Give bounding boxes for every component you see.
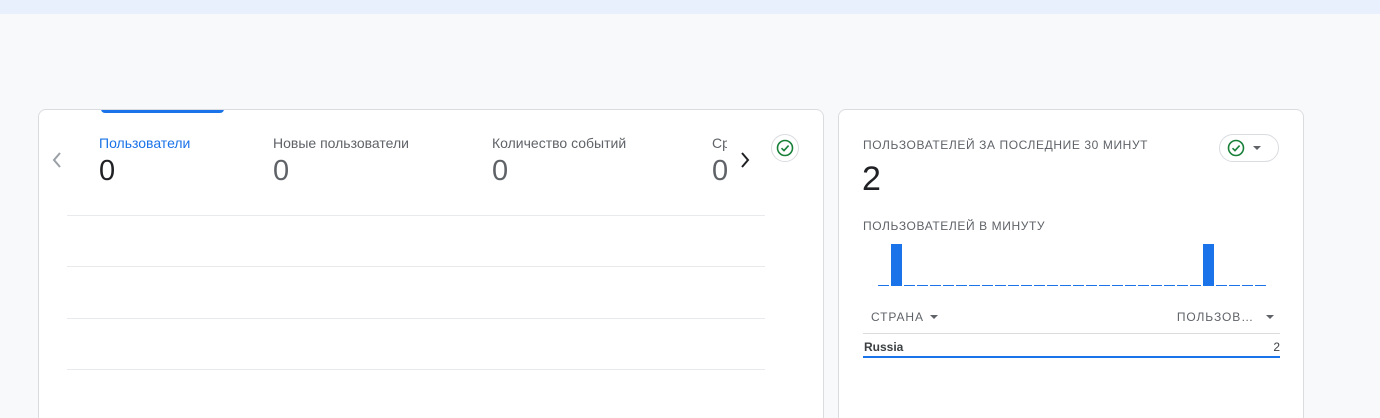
- table-row[interactable]: Russia 2: [863, 336, 1280, 358]
- prev-metrics-button[interactable]: [45, 148, 69, 172]
- tab-average-metric[interactable]: Ср 0: [712, 134, 727, 186]
- tab-new-users[interactable]: Новые пользователи 0: [273, 134, 409, 186]
- bar-baseline: [1125, 285, 1136, 286]
- country-cell: Russia: [864, 340, 904, 354]
- caret-down-icon: [1253, 146, 1261, 150]
- metric-label: Количество событий: [492, 135, 627, 151]
- bar-baseline: [969, 285, 980, 286]
- metric-label: Пользователи: [99, 135, 191, 151]
- per-minute-bars: [878, 244, 1266, 286]
- realtime-card: ПОЛЬЗОВАТЕЛЕЙ ЗА ПОСЛЕДНИЕ 30 МИНУТ 2 ПО…: [838, 109, 1304, 418]
- metric-tabs: Пользователи 0 Новые пользователи 0 Коли…: [99, 134, 727, 194]
- metric-value: 0: [273, 155, 290, 187]
- country-column-header[interactable]: СТРАНА: [871, 310, 938, 324]
- bar-baseline: [1060, 285, 1071, 286]
- bar-baseline: [878, 285, 889, 286]
- bar-baseline: [1229, 285, 1240, 286]
- overview-card: Пользователи 0 Новые пользователи 0 Коли…: [38, 109, 824, 418]
- bar-baseline: [1242, 285, 1253, 286]
- top-bar: [0, 0, 1380, 14]
- check-circle-icon: [776, 139, 794, 157]
- bar-baseline: [1216, 285, 1227, 286]
- data-quality-dropdown[interactable]: [1219, 134, 1279, 162]
- bar-baseline: [982, 285, 993, 286]
- bar-baseline: [930, 285, 941, 286]
- tab-event-count[interactable]: Количество событий 0: [492, 134, 626, 186]
- metric-value: 0: [99, 155, 116, 187]
- bar-baseline: [1047, 285, 1058, 286]
- chart-gridline: [67, 318, 765, 319]
- bar-baseline: [943, 285, 954, 286]
- users-column-header[interactable]: ПОЛЬЗОВ…: [1177, 310, 1274, 324]
- check-circle-icon: [1227, 139, 1245, 157]
- realtime-title: ПОЛЬЗОВАТЕЛЕЙ ЗА ПОСЛЕДНИЕ 30 МИНУТ: [863, 138, 1149, 152]
- bar-baseline: [1177, 285, 1188, 286]
- bar-baseline: [956, 285, 967, 286]
- metric-label: Ср: [712, 135, 727, 151]
- bar-baseline: [1190, 285, 1201, 286]
- bar-baseline: [1034, 285, 1045, 286]
- bar-baseline: [1086, 285, 1097, 286]
- column-label: ПОЛЬЗОВ…: [1176, 310, 1254, 324]
- users-cell: 2: [1273, 340, 1280, 354]
- chevron-left-icon: [52, 152, 61, 168]
- realtime-value: 2: [862, 160, 881, 198]
- metric-value: 0: [712, 155, 727, 187]
- data-quality-button[interactable]: [771, 134, 799, 162]
- caret-down-icon: [929, 315, 938, 319]
- bar-baseline: [1138, 285, 1149, 286]
- column-label: СТРАНА: [871, 310, 924, 324]
- bar-baseline: [1021, 285, 1032, 286]
- chart-gridline: [67, 215, 765, 216]
- bar-baseline: [917, 285, 928, 286]
- chart-gridline: [67, 369, 765, 370]
- metric-value: 0: [492, 155, 509, 187]
- minute-bar[interactable]: [1203, 244, 1214, 286]
- chevron-right-icon: [741, 152, 750, 168]
- chart-gridline: [67, 266, 765, 267]
- per-minute-label: ПОЛЬЗОВАТЕЛЕЙ В МИНУТУ: [863, 219, 1046, 233]
- per-minute-chart: [877, 242, 1267, 286]
- bar-baseline: [1255, 285, 1266, 286]
- active-tab-indicator: [101, 110, 224, 113]
- bar-baseline: [995, 285, 1006, 286]
- metric-label: Новые пользователи: [273, 135, 409, 151]
- caret-down-icon: [1266, 315, 1274, 319]
- bar-baseline: [1073, 285, 1084, 286]
- bar-baseline: [1164, 285, 1175, 286]
- next-metrics-button[interactable]: [733, 148, 757, 172]
- bar-baseline: [904, 285, 915, 286]
- bar-baseline: [1112, 285, 1123, 286]
- minute-bar[interactable]: [891, 244, 902, 286]
- bar-baseline: [1151, 285, 1162, 286]
- bar-baseline: [1099, 285, 1110, 286]
- country-table-header: СТРАНА ПОЛЬЗОВ…: [863, 304, 1280, 334]
- tab-users[interactable]: Пользователи 0: [99, 134, 190, 186]
- bar-baseline: [1008, 285, 1019, 286]
